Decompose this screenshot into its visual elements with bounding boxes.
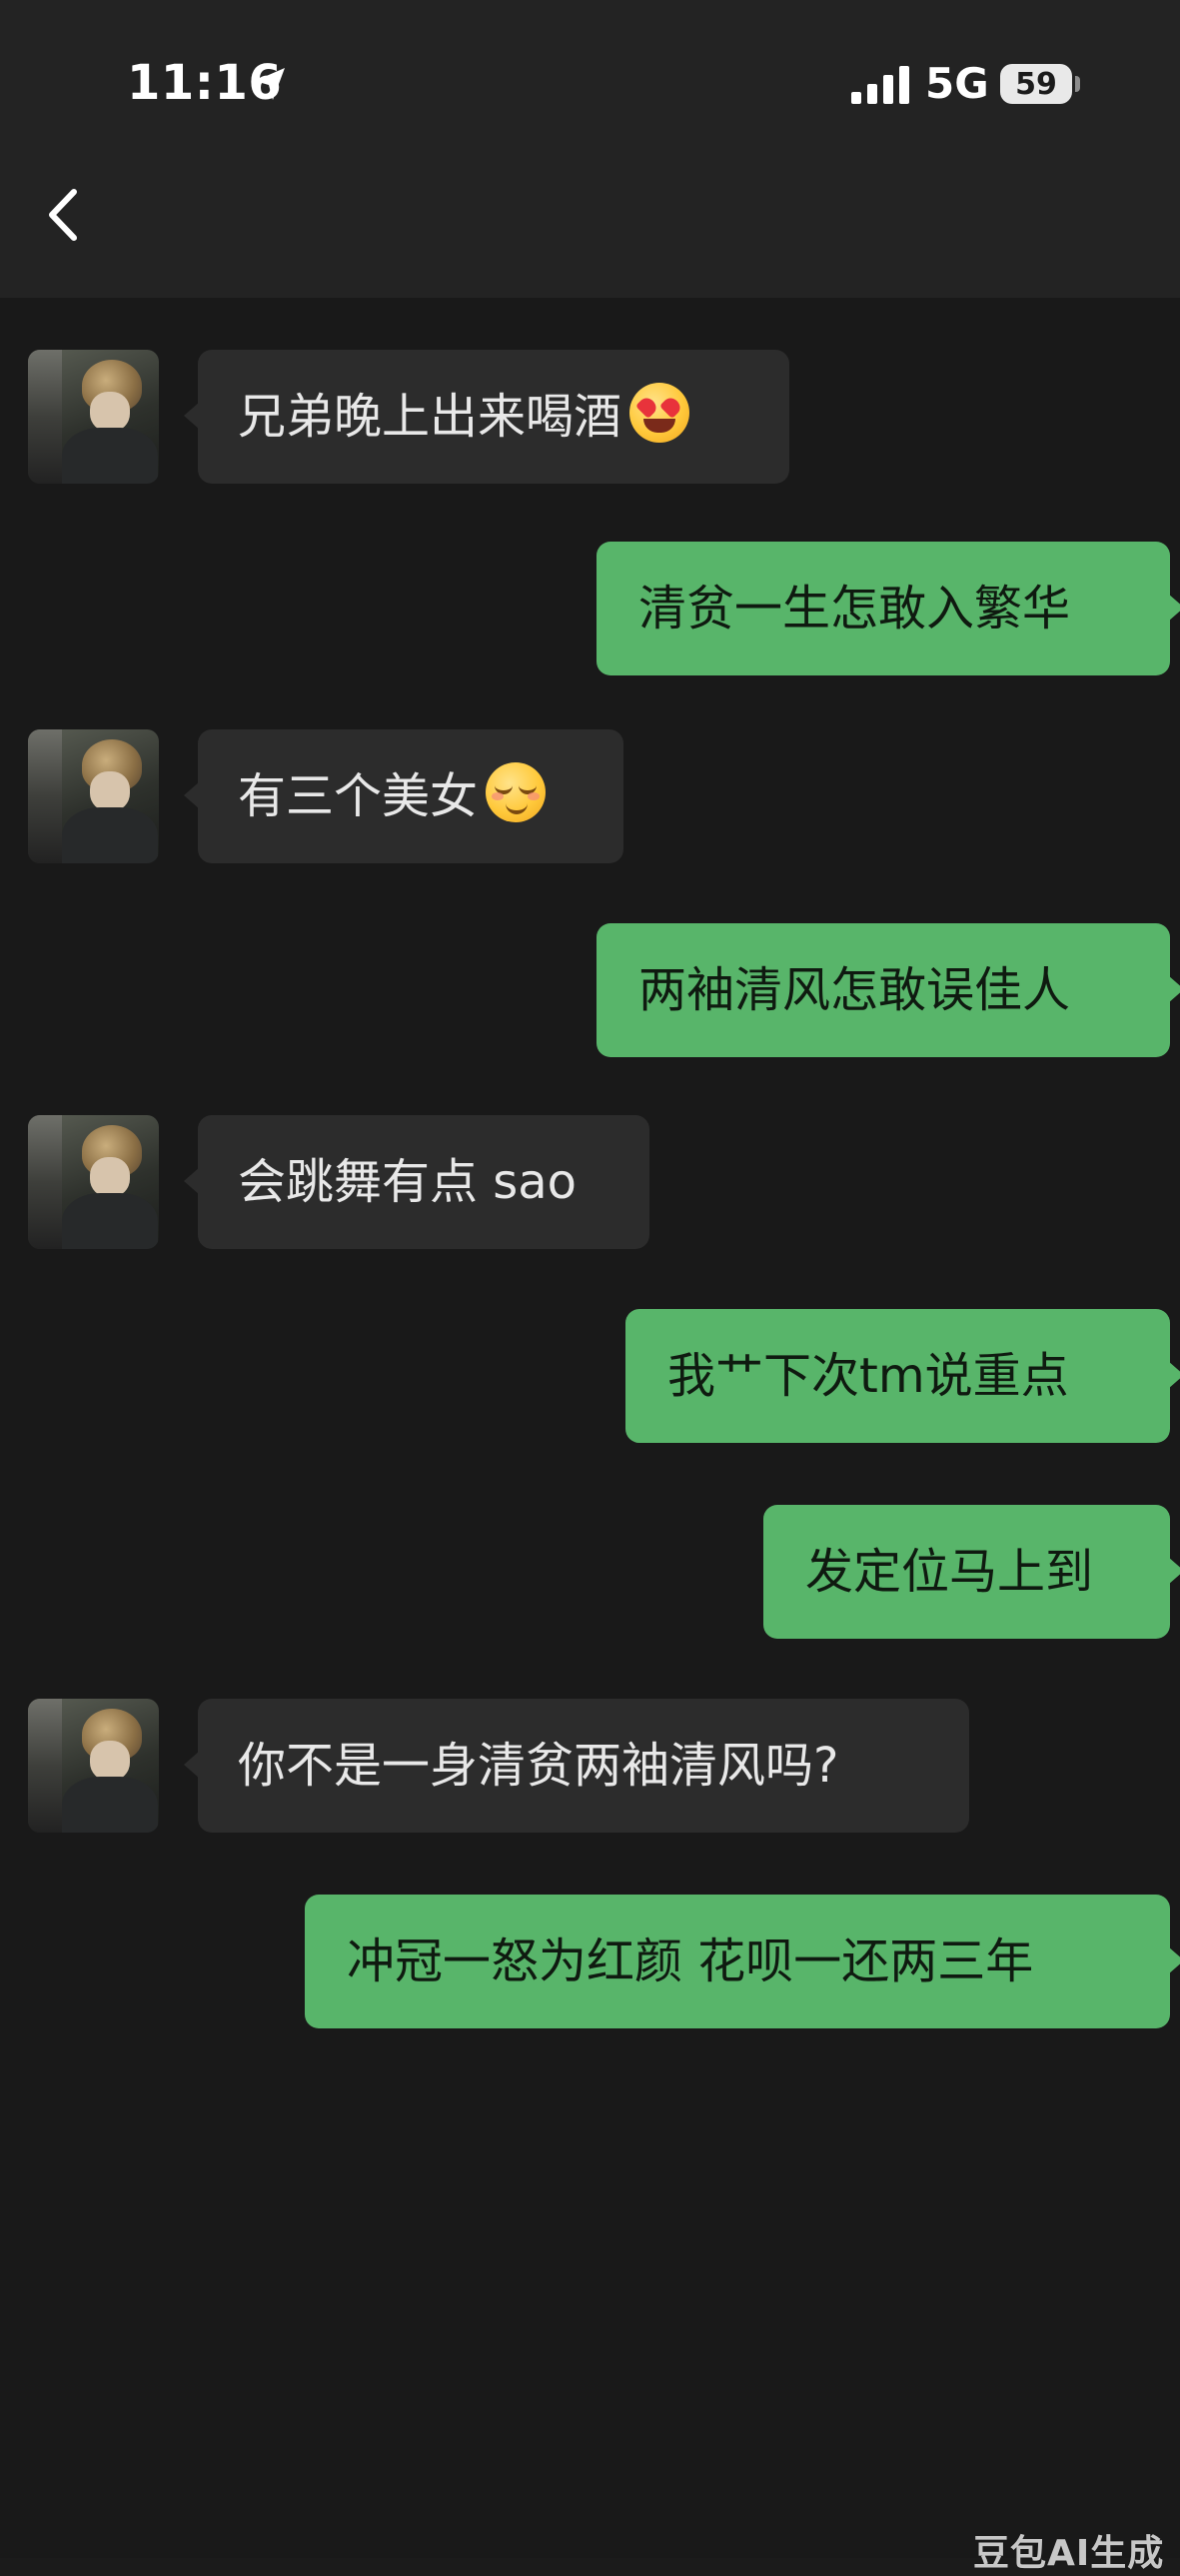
message-text: 你不是一身清贫两袖清风吗? xyxy=(238,1738,839,1794)
message-text: 发定位马上到 xyxy=(805,1544,1094,1600)
message-bubble-outgoing[interactable]: 清贫一生怎敢入繁华 xyxy=(596,542,1180,675)
ai-watermark: 豆包AI生成 xyxy=(973,2533,1165,2574)
battery-tip xyxy=(1075,76,1080,92)
contact-avatar[interactable] xyxy=(28,1699,159,1833)
message-text: 我艹下次tm说重点 xyxy=(667,1348,1069,1404)
message-bubble-incoming[interactable]: 你不是一身清贫两袖清风吗? xyxy=(184,1699,969,1833)
battery-icon: 59 xyxy=(1000,64,1072,104)
contact-avatar[interactable] xyxy=(28,729,159,863)
battery-level: 59 xyxy=(1015,66,1057,102)
message-text: 清贫一生怎敢入繁华 xyxy=(638,581,1071,637)
message-text: 会跳舞有点 sao xyxy=(238,1154,578,1210)
chat-area[interactable]: 兄弟晚上出来喝酒 清贫一生怎敢入繁华 有三个美女 两袖清风怎敢误佳人 会跳舞有点… xyxy=(0,298,1180,2558)
back-button[interactable] xyxy=(30,180,100,250)
heart-eyes-emoji-icon xyxy=(629,383,690,443)
location-arrow-icon xyxy=(255,68,285,100)
message-text: 两袖清风怎敢误佳人 xyxy=(638,962,1071,1018)
message-text: 冲冠一怒为红颜 花呗一还两三年 xyxy=(347,1933,1034,1989)
status-bar: 11:16 5G 59 xyxy=(0,0,1180,170)
message-bubble-incoming[interactable]: 兄弟晚上出来喝酒 xyxy=(184,350,789,484)
message-bubble-outgoing[interactable]: 我艹下次tm说重点 xyxy=(625,1309,1180,1443)
chevron-left-icon xyxy=(49,189,77,241)
cellular-signal-icon xyxy=(851,66,909,104)
message-bubble-incoming[interactable]: 有三个美女 xyxy=(184,729,623,863)
contact-avatar[interactable] xyxy=(28,350,159,484)
top-bar: 11:16 5G 59 xyxy=(0,0,1180,298)
message-bubble-outgoing[interactable]: 发定位马上到 xyxy=(763,1505,1180,1639)
contact-avatar[interactable] xyxy=(28,1115,159,1249)
message-bubble-outgoing[interactable]: 冲冠一怒为红颜 花呗一还两三年 xyxy=(305,1895,1180,2028)
message-text: 兄弟晚上出来喝酒 xyxy=(238,389,622,445)
message-text: 有三个美女 xyxy=(238,768,479,824)
smirking-blush-emoji-icon xyxy=(486,762,547,822)
message-bubble-incoming[interactable]: 会跳舞有点 sao xyxy=(184,1115,649,1249)
message-bubble-outgoing[interactable]: 两袖清风怎敢误佳人 xyxy=(596,923,1180,1057)
network-type: 5G xyxy=(925,59,989,108)
